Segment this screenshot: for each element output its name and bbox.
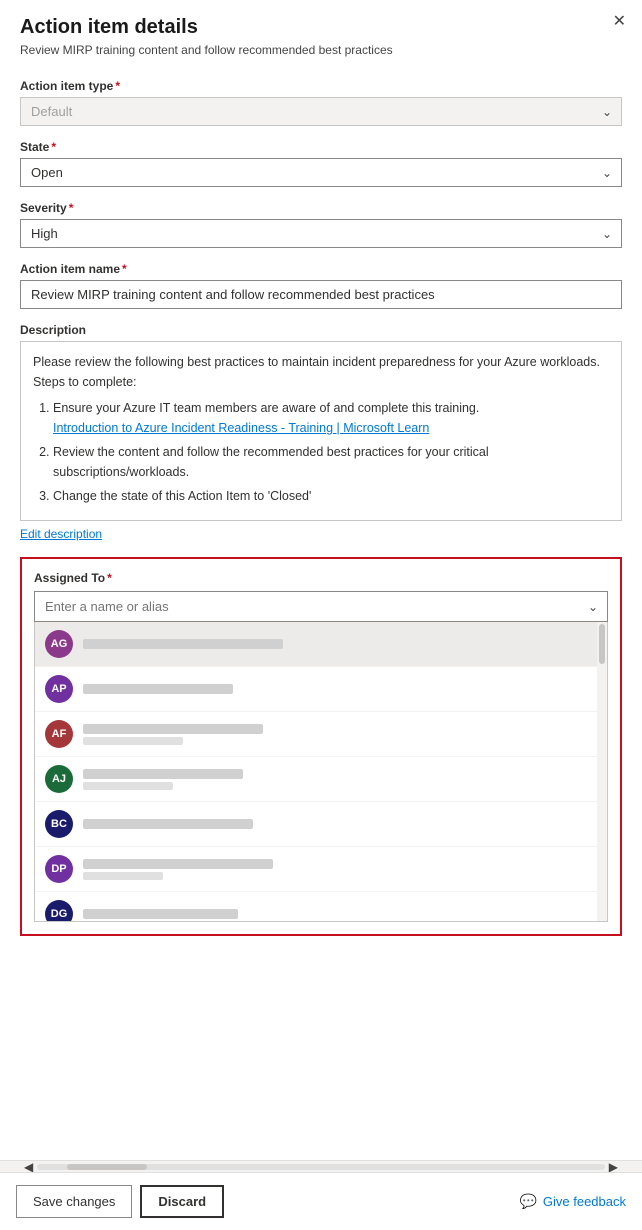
avatar: BC xyxy=(45,810,73,838)
list-item[interactable]: AJ xyxy=(35,757,607,802)
user-info xyxy=(83,819,253,829)
list-item[interactable]: BC xyxy=(35,802,607,847)
user-email xyxy=(83,872,163,880)
avatar: AP xyxy=(45,675,73,703)
list-item[interactable]: DG xyxy=(35,892,607,922)
description-label: Description xyxy=(20,323,622,337)
avatar: DP xyxy=(45,855,73,883)
save-changes-button[interactable]: Save changes xyxy=(16,1185,132,1218)
description-step-3: Change the state of this Action Item to … xyxy=(53,486,609,506)
description-step-1: Ensure your Azure IT team members are aw… xyxy=(53,398,609,438)
avatar: DG xyxy=(45,900,73,922)
avatar: AG xyxy=(45,630,73,658)
action-item-type-label: Action item type* xyxy=(20,79,622,93)
state-dropdown-wrapper: Open ⌄ xyxy=(20,158,622,187)
state-label: State* xyxy=(20,140,622,154)
spacer xyxy=(20,936,622,1016)
give-feedback-button[interactable]: 💬 Give feedback xyxy=(519,1193,626,1210)
scrollbar-track xyxy=(597,622,607,921)
action-item-name-label: Action item name* xyxy=(20,262,622,276)
user-name xyxy=(83,684,233,694)
severity-label: Severity* xyxy=(20,201,622,215)
user-email xyxy=(83,737,183,745)
description-link[interactable]: Introduction to Azure Incident Readiness… xyxy=(53,421,429,435)
action-item-type-field: Action item type* Default ⌄ xyxy=(20,79,622,126)
action-item-name-input[interactable] xyxy=(20,280,622,309)
discard-button[interactable]: Discard xyxy=(140,1185,224,1218)
assigned-to-search-wrapper: ⌄ xyxy=(34,591,608,622)
h-scroll-track xyxy=(37,1164,605,1170)
severity-dropdown-wrapper: High ⌄ xyxy=(20,219,622,248)
feedback-icon: 💬 xyxy=(519,1193,536,1210)
user-info xyxy=(83,724,263,745)
user-name xyxy=(83,819,253,829)
description-field: Description Please review the following … xyxy=(20,323,622,541)
assigned-to-label: Assigned To* xyxy=(34,571,608,585)
avatar: AJ xyxy=(45,765,73,793)
panel-header: Action item details Review MIRP training… xyxy=(0,0,642,65)
h-scroll-thumb[interactable] xyxy=(67,1164,147,1170)
user-name xyxy=(83,769,243,779)
panel-subtitle: Review MIRP training content and follow … xyxy=(20,43,622,57)
list-item[interactable]: AF xyxy=(35,712,607,757)
description-content: Please review the following best practic… xyxy=(20,341,622,521)
severity-field: Severity* High ⌄ xyxy=(20,201,622,248)
user-info xyxy=(83,909,238,919)
user-info xyxy=(83,684,233,694)
list-item[interactable]: AP xyxy=(35,667,607,712)
horizontal-scrollbar: ◀ ▶ xyxy=(0,1160,642,1172)
footer-actions-left: Save changes Discard xyxy=(16,1185,224,1218)
panel-body: Action item type* Default ⌄ State* Open … xyxy=(0,65,642,1160)
user-info xyxy=(83,859,273,880)
chevron-down-icon: ⌄ xyxy=(588,600,598,614)
severity-dropdown[interactable]: High xyxy=(20,219,622,248)
assigned-to-section: Assigned To* ⌄ AG AP xyxy=(20,557,622,936)
action-item-name-field: Action item name* xyxy=(20,262,622,309)
user-name xyxy=(83,909,238,919)
action-item-type-dropdown[interactable]: Default xyxy=(20,97,622,126)
description-step-2: Review the content and follow the recomm… xyxy=(53,442,609,482)
assigned-to-dropdown-list: AG AP AF xyxy=(34,622,608,922)
user-name xyxy=(83,724,263,734)
user-email xyxy=(83,782,173,790)
scrollbar-thumb[interactable] xyxy=(599,624,605,664)
user-info xyxy=(83,639,283,649)
close-button[interactable]: ✕ xyxy=(613,14,626,30)
list-item[interactable]: DP xyxy=(35,847,607,892)
user-info xyxy=(83,769,243,790)
feedback-label: Give feedback xyxy=(543,1194,626,1209)
state-field: State* Open ⌄ xyxy=(20,140,622,187)
panel-title: Action item details xyxy=(20,16,622,39)
description-steps: Ensure your Azure IT team members are aw… xyxy=(33,398,609,506)
user-name xyxy=(83,639,283,649)
edit-description-link[interactable]: Edit description xyxy=(20,527,102,541)
action-item-panel: Action item details Review MIRP training… xyxy=(0,0,642,1230)
list-item[interactable]: AG xyxy=(35,622,607,667)
avatar: AF xyxy=(45,720,73,748)
state-dropdown[interactable]: Open xyxy=(20,158,622,187)
assigned-to-input[interactable] xyxy=(34,591,608,622)
footer: Save changes Discard 💬 Give feedback xyxy=(0,1172,642,1230)
user-name xyxy=(83,859,273,869)
action-item-type-dropdown-wrapper: Default ⌄ xyxy=(20,97,622,126)
